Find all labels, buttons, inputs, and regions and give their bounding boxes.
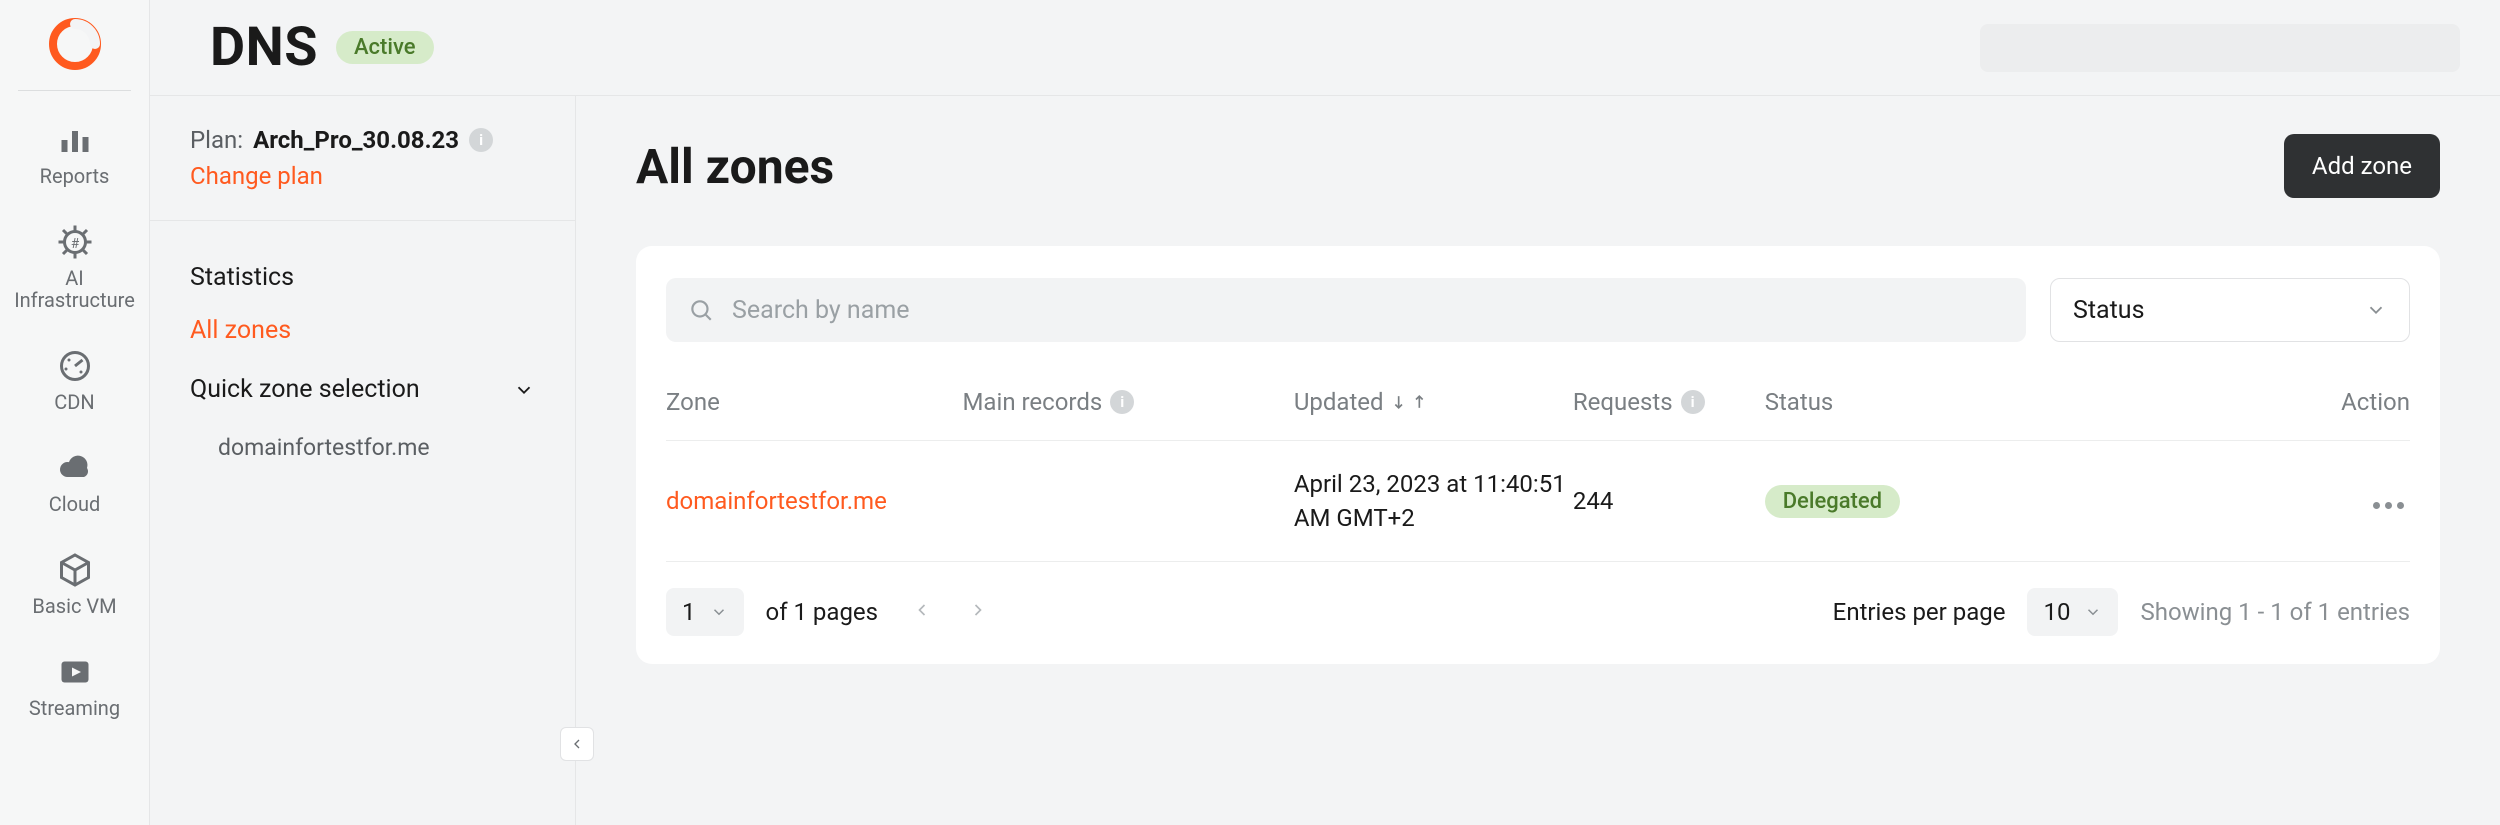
nav-all-zones[interactable]: All zones (190, 304, 535, 357)
info-icon[interactable]: i (469, 128, 493, 152)
add-zone-button[interactable]: Add zone (2284, 134, 2440, 198)
row-actions-button[interactable] (2367, 496, 2410, 515)
chevron-down-icon (710, 603, 728, 621)
nav-label: Streaming (29, 697, 120, 719)
brand-logo[interactable] (45, 14, 105, 74)
plan-info: Plan: Arch_Pro_30.08.23 i (190, 126, 535, 154)
info-icon[interactable]: i (1110, 390, 1134, 414)
status-filter-label: Status (2073, 296, 2144, 325)
prev-page-button[interactable] (908, 596, 936, 628)
header-search[interactable] (1980, 24, 2460, 72)
col-status[interactable]: Status (1765, 370, 1974, 441)
chevron-down-icon (2084, 603, 2102, 621)
nav-cloud[interactable]: Cloud (0, 431, 149, 533)
page-of-text: of 1 pages (766, 598, 879, 626)
chevron-left-icon (569, 736, 585, 752)
nav-quick-zone-label: Quick zone selection (190, 375, 420, 404)
page-title: DNS (210, 16, 318, 79)
gauge-icon (56, 347, 94, 385)
global-sidebar: Reports # AI Infrastructure CDN Cloud Ba… (0, 0, 150, 825)
col-zone[interactable]: Zone (666, 370, 962, 441)
search-input[interactable] (732, 296, 2004, 325)
cell-requests: 244 (1573, 441, 1765, 562)
nav-cdn[interactable]: CDN (0, 329, 149, 431)
table-footer: 1 of 1 pages Entries per page 10 Showing (666, 561, 2410, 636)
main-content: All zones Add zone Status (576, 96, 2500, 825)
page-header: DNS Active (150, 0, 2500, 96)
cell-updated: April 23, 2023 at 11:40:51 AM GMT+2 (1294, 441, 1573, 562)
col-updated[interactable]: Updated (1294, 370, 1573, 441)
nav-ai-infrastructure[interactable]: # AI Infrastructure (0, 205, 149, 329)
entries-per-page-label: Entries per page (1833, 598, 2006, 626)
per-page-value: 10 (2043, 598, 2070, 626)
status-badge: Active (336, 31, 434, 64)
sort-icon (1392, 392, 1426, 412)
page-select[interactable]: 1 (666, 588, 744, 636)
status-filter[interactable]: Status (2050, 278, 2410, 342)
zones-table: Zone Main records i Updated (666, 370, 2410, 561)
zones-card: Status Zone Main records i (636, 246, 2440, 664)
plan-name: Arch_Pro_30.08.23 (253, 126, 459, 154)
chevron-down-icon (513, 379, 535, 401)
cell-status: Delegated (1765, 441, 1974, 562)
col-requests[interactable]: Requests i (1573, 370, 1765, 441)
nav-basic-vm[interactable]: Basic VM (0, 533, 149, 635)
change-plan-link[interactable]: Change plan (190, 162, 535, 190)
nav-reports[interactable]: Reports (0, 103, 149, 205)
cloud-icon (56, 449, 94, 487)
col-action: Action (1974, 370, 2410, 441)
per-page-select[interactable]: 10 (2027, 588, 2118, 636)
nav-label: CDN (54, 391, 94, 413)
next-page-button[interactable] (964, 596, 992, 628)
section-sidebar: Plan: Arch_Pro_30.08.23 i Change plan St… (150, 96, 576, 825)
search-icon (688, 297, 714, 323)
nav-label: Basic VM (32, 595, 116, 617)
nav-statistics[interactable]: Statistics (190, 251, 535, 304)
chevron-right-icon (968, 600, 988, 620)
main-heading: All zones (636, 138, 834, 195)
plan-label: Plan: (190, 126, 243, 154)
nav-quick-zone-selection[interactable]: Quick zone selection (190, 357, 535, 422)
nav-label: Reports (40, 165, 110, 187)
col-main-records[interactable]: Main records i (962, 370, 1293, 441)
showing-text: Showing 1 - 1 of 1 entries (2140, 598, 2410, 626)
svg-text:#: # (70, 236, 79, 252)
play-icon (56, 653, 94, 691)
search-field-wrapper[interactable] (666, 278, 2026, 342)
bar-chart-icon (56, 121, 94, 159)
cube-icon (56, 551, 94, 589)
info-icon[interactable]: i (1681, 390, 1705, 414)
zone-link[interactable]: domainfortestfor.me (666, 487, 887, 515)
quick-zone-item[interactable]: domainfortestfor.me (190, 422, 535, 473)
cell-main-records (962, 441, 1293, 562)
nav-streaming[interactable]: Streaming (0, 635, 149, 737)
nav-label: Cloud (49, 493, 101, 515)
chevron-left-icon (912, 600, 932, 620)
chevron-down-icon (2365, 299, 2387, 321)
nav-label: AI Infrastructure (6, 267, 143, 311)
page-current: 1 (682, 598, 696, 626)
status-badge: Delegated (1765, 485, 1900, 518)
collapse-sidebar-button[interactable] (560, 727, 594, 761)
table-row: domainfortestfor.me April 23, 2023 at 11… (666, 441, 2410, 562)
chip-icon: # (56, 223, 94, 261)
